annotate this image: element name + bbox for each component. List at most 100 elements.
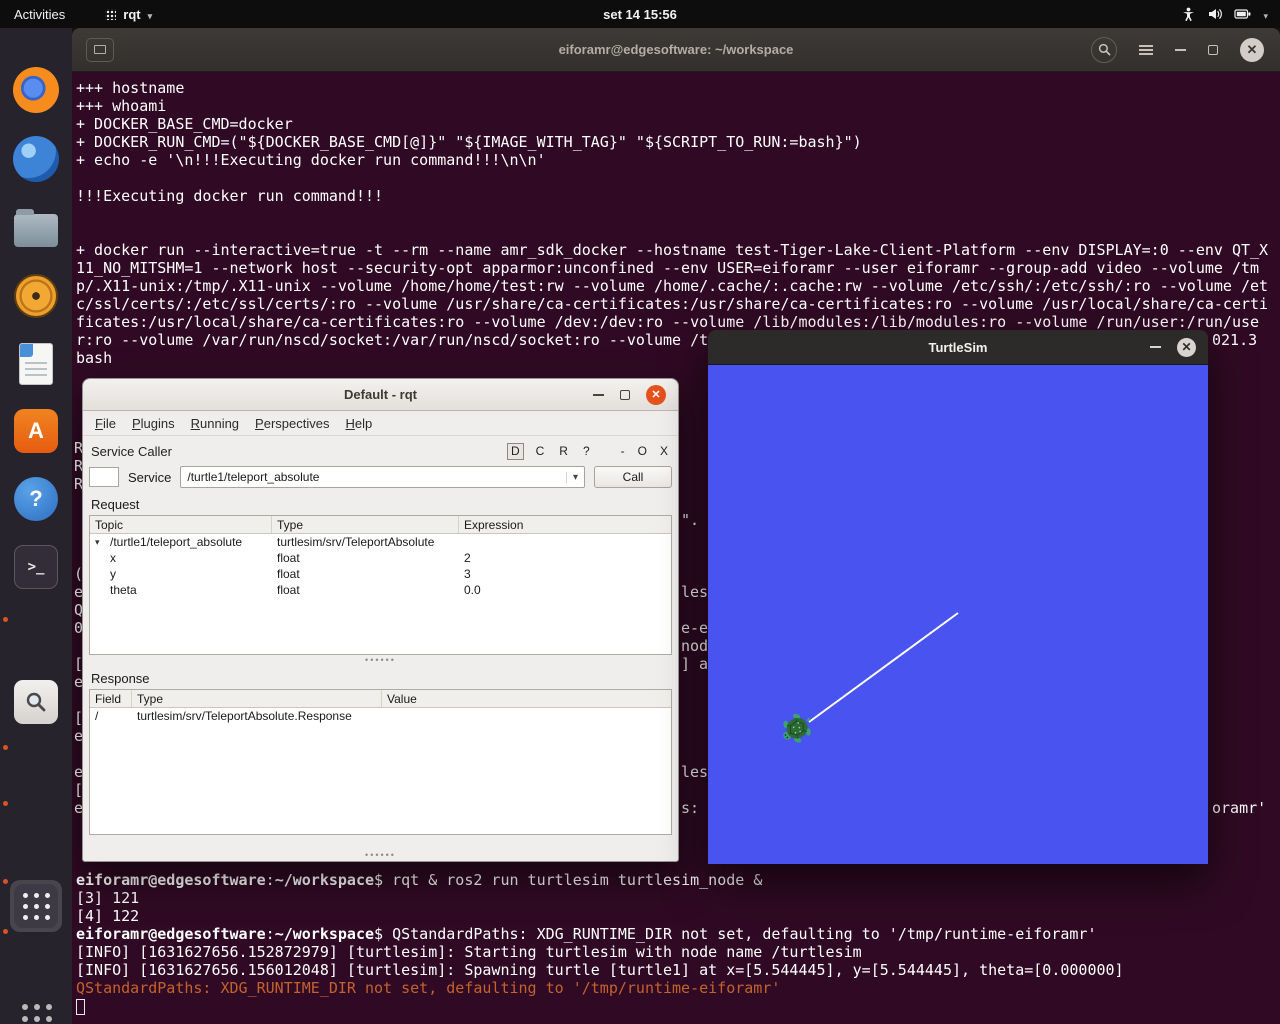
system-status-area[interactable] (1181, 6, 1280, 22)
menu-plugins[interactable]: Plugins (124, 413, 183, 434)
request-table-row[interactable]: yfloat3 (90, 566, 671, 582)
terminal-line (76, 223, 1272, 241)
dock-item-document-viewer[interactable] (10, 338, 62, 390)
request-table-row[interactable]: thetafloat0.0 (90, 582, 671, 598)
terminal-line: !!!Executing docker run command!!! (76, 187, 1272, 205)
app-menu[interactable]: rqt (105, 7, 152, 22)
running-indicator-dot (3, 929, 8, 934)
dock-item-thunderbird[interactable] (10, 133, 62, 185)
turtlesim-close-button[interactable]: ✕ (1177, 338, 1196, 357)
menu-perspectives[interactable]: Perspectives (247, 413, 337, 434)
software-store-icon: A (14, 409, 58, 453)
cell-topic: /turtle1/teleport_absolute (90, 535, 272, 549)
cell-topic: theta (90, 583, 272, 597)
dock: A ? >_ (0, 28, 72, 1024)
cell-type: float (272, 567, 459, 581)
accessibility-icon (1181, 6, 1196, 22)
help-glyph: ? (29, 486, 42, 512)
rqt-menubar: FilePluginsRunningPerspectivesHelp (83, 411, 678, 436)
cell-topic: y (90, 567, 272, 581)
plugin-toolbar: DCR? -OX (507, 443, 670, 460)
call-button-label: Call (623, 470, 644, 484)
running-indicator-dot (3, 617, 8, 622)
plugin-tool-button-d[interactable]: D (507, 443, 524, 460)
terminal-titlebar[interactable]: eiforamr@edgesoftware: ~/workspace ✕ (72, 28, 1280, 72)
response-table-row[interactable]: /turtlesim/srv/TeleportAbsolute.Response (90, 708, 671, 724)
terminal-minimize-button[interactable] (1175, 49, 1186, 51)
rqt-bottom-splitter-handle[interactable] (365, 850, 396, 860)
service-refresh-box[interactable] (89, 467, 119, 487)
dock-item-help[interactable]: ? (10, 473, 62, 525)
menu-running[interactable]: Running (183, 413, 247, 434)
plugin-tool-button-r[interactable]: R (556, 444, 571, 459)
chevron-down-icon (1263, 7, 1268, 22)
terminal-line: eiforamr@edgesoftware:~/workspace$ rqt &… (76, 871, 1276, 889)
response-col-type[interactable]: Type (132, 690, 382, 707)
tables-splitter-handle[interactable] (89, 655, 672, 664)
dock-item-screenshot-tool[interactable] (10, 676, 62, 728)
dock-item-show-applications[interactable] (10, 992, 62, 1024)
dock-item-app-grid[interactable] (10, 880, 62, 932)
new-window-button[interactable] (86, 38, 114, 62)
request-col-type[interactable]: Type (272, 516, 459, 533)
request-col-expression[interactable]: Expression (459, 516, 671, 533)
plugin-window-button-o[interactable]: O (636, 444, 649, 458)
cell-type: turtlesim/srv/TeleportAbsolute (272, 535, 459, 549)
dock-item-rhythmbox[interactable] (10, 270, 62, 322)
menu-file[interactable]: File (87, 413, 124, 434)
request-table-row[interactable]: xfloat2 (90, 550, 671, 566)
terminal-close-button[interactable]: ✕ (1240, 38, 1264, 62)
cell-expression[interactable]: 2 (459, 551, 671, 565)
plugin-tool-button-c[interactable]: C (533, 444, 548, 459)
running-indicator-dot (3, 879, 8, 884)
terminal-maximize-button[interactable] (1208, 45, 1218, 55)
dock-item-ubuntu-software[interactable]: A (10, 405, 62, 457)
response-col-value[interactable]: Value (382, 690, 671, 707)
turtlesim-title: TurtleSim (929, 340, 988, 355)
menu-help[interactable]: Help (337, 413, 380, 434)
files-folder-icon (14, 214, 58, 247)
dock-item-terminal[interactable]: >_ (10, 541, 62, 593)
expand-triangle-icon[interactable] (95, 537, 110, 548)
rqt-maximize-button[interactable] (620, 390, 630, 400)
terminal-cursor (76, 999, 85, 1015)
request-col-topic[interactable]: Topic (90, 516, 272, 533)
clock[interactable]: set 14 15:56 (603, 7, 677, 22)
service-combobox[interactable]: /turtle1/teleport_absolute (180, 466, 585, 488)
response-table-body: /turtlesim/srv/TeleportAbsolute.Response (90, 708, 671, 834)
turtlesim-canvas (708, 365, 1208, 864)
rqt-close-button[interactable]: ✕ (646, 385, 666, 405)
turtlesim-minimize-button[interactable] (1150, 346, 1161, 348)
terminal-line: [INFO] [1631627656.152872979] [turtlesim… (76, 943, 1276, 961)
terminal-line: +++ hostname (76, 79, 1272, 97)
hamburger-menu-icon[interactable] (1139, 45, 1153, 55)
request-table-row[interactable]: /turtle1/teleport_absoluteturtlesim/srv/… (90, 534, 671, 550)
cell-expression[interactable]: 0.0 (459, 583, 671, 597)
gnome-top-bar: Activities rqt set 14 15:56 (0, 0, 1280, 28)
activities-button[interactable]: Activities (0, 0, 79, 28)
rqt-minimize-button[interactable] (593, 394, 604, 396)
terminal-line (76, 169, 1272, 187)
turtlesim-titlebar[interactable]: TurtleSim ✕ (708, 330, 1208, 365)
combo-dropdown-icon[interactable] (566, 472, 578, 483)
terminal-fragment: oramr' (1212, 799, 1266, 817)
terminal-line: [3] 121 (76, 889, 1276, 907)
plugin-window-button-x[interactable]: X (658, 444, 670, 458)
rqt-titlebar[interactable]: Default - rqt ✕ (83, 379, 678, 411)
dock-item-firefox[interactable] (10, 64, 62, 116)
terminal-line: eiforamr@edgesoftware:~/workspace$ QStan… (76, 925, 1276, 943)
response-section-label: Response (91, 671, 672, 686)
response-col-field[interactable]: Field (90, 690, 132, 707)
running-indicator-dot (3, 801, 8, 806)
app-menu-label: rqt (123, 7, 140, 22)
cell-expression[interactable]: 3 (459, 567, 671, 581)
service-caller-plugin: Service Caller DCR?-OX Service /turtle1/… (83, 436, 678, 835)
plugin-tool-button-?[interactable]: ? (580, 444, 593, 459)
service-selected-value: /turtle1/teleport_absolute (187, 470, 319, 484)
terminal-fragment: 021.3 (1212, 331, 1257, 349)
thunderbird-icon (13, 136, 59, 182)
dock-item-files[interactable] (10, 201, 62, 253)
plugin-window-button--[interactable]: - (619, 444, 627, 458)
terminal-search-button[interactable] (1091, 37, 1117, 63)
call-button[interactable]: Call (594, 466, 672, 488)
